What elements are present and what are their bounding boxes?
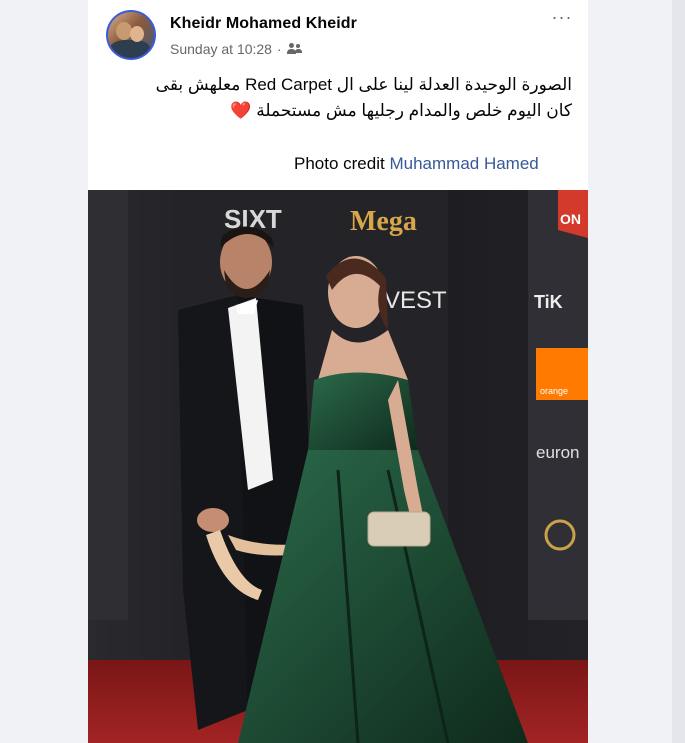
- post-time[interactable]: Sunday at 10:28: [170, 41, 272, 57]
- more-options-icon[interactable]: ···: [548, 8, 576, 30]
- clutch-bag: [367, 511, 431, 547]
- post-card: Kheidr Mohamed Kheidr Sunday at 10:28 · …: [88, 0, 588, 743]
- friends-icon[interactable]: [286, 43, 303, 55]
- post-caption: الصورة الوحيدة العدلة لينا على ال Red Ca…: [102, 72, 572, 124]
- heart-emoji-icon: ❤️: [230, 101, 252, 120]
- post-header: Kheidr Mohamed Kheidr Sunday at 10:28 · …: [88, 0, 588, 70]
- caption-line-2: كان اليوم خلص والمدام رجليها مش مستحملة …: [102, 98, 572, 124]
- vest-logo: VEST: [384, 287, 447, 314]
- on-logo: ON: [560, 211, 581, 227]
- credit-prefix: Photo credit: [294, 154, 385, 173]
- orange-logo: orange: [540, 386, 568, 396]
- photo-credit: Photo credit Muhammad Hamed: [294, 154, 539, 174]
- caption-line-2-text: كان اليوم خلص والمدام رجليها مش مستحملة: [256, 101, 572, 120]
- euronews-logo: euron: [536, 443, 579, 462]
- post-meta: Sunday at 10:28 ·: [170, 41, 303, 57]
- meta-separator: ·: [276, 41, 282, 57]
- avatar[interactable]: [106, 10, 156, 60]
- caption-line-1: الصورة الوحيدة العدلة لينا على ال Red Ca…: [155, 75, 572, 94]
- author-name[interactable]: Kheidr Mohamed Kheidr: [170, 15, 357, 33]
- red-carpet-photo: SIXT Mega VEST TiK orange euron ON: [88, 190, 588, 743]
- mega-logo: Mega: [350, 206, 417, 237]
- scrollbar-track[interactable]: [672, 0, 685, 743]
- credit-profile-link[interactable]: Muhammad Hamed: [389, 154, 538, 173]
- tiktok-logo: TiK: [534, 292, 563, 312]
- post-photo[interactable]: SIXT Mega VEST TiK orange euron ON: [88, 190, 588, 743]
